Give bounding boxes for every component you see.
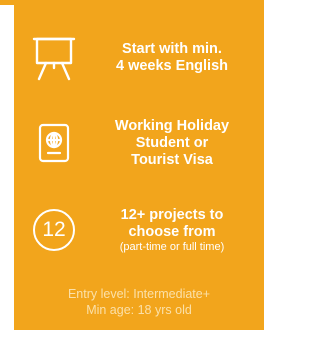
presentation-board-icon: [22, 30, 86, 86]
feature-headline: 12+ projects to choose from: [120, 206, 224, 240]
feature-headline: Start with min. 4 weeks English: [115, 41, 229, 74]
feature-projects: 12 12+ projects to choose from (part-tim…: [14, 200, 264, 260]
feature-text: Start with min. 4 weeks English: [86, 41, 264, 75]
min-age-text: Min age: 18 yrs old: [86, 303, 192, 317]
requirements-footer: Entry level: Intermediate+ Min age: 18 y…: [14, 286, 264, 318]
top-accent-line: [0, 0, 14, 5]
number-circle-label: 12: [33, 209, 75, 251]
feature-min-weeks: Start with min. 4 weeks English: [14, 30, 264, 86]
entry-level-text: Entry level: Intermediate+: [67, 287, 211, 301]
feature-text: 12+ projects to choose from (part-time o…: [86, 207, 264, 254]
number-circle-icon: 12: [22, 202, 86, 258]
feature-visa: Working Holiday Student or Tourist Visa: [14, 112, 264, 174]
feature-subline: (part-time or full time): [119, 240, 225, 253]
feature-text: Working Holiday Student or Tourist Visa: [86, 118, 264, 169]
passport-icon: [22, 115, 86, 171]
feature-headline: Working Holiday Student or Tourist Visa: [114, 117, 230, 168]
program-info-card: Start with min. 4 weeks English Working …: [14, 0, 264, 330]
